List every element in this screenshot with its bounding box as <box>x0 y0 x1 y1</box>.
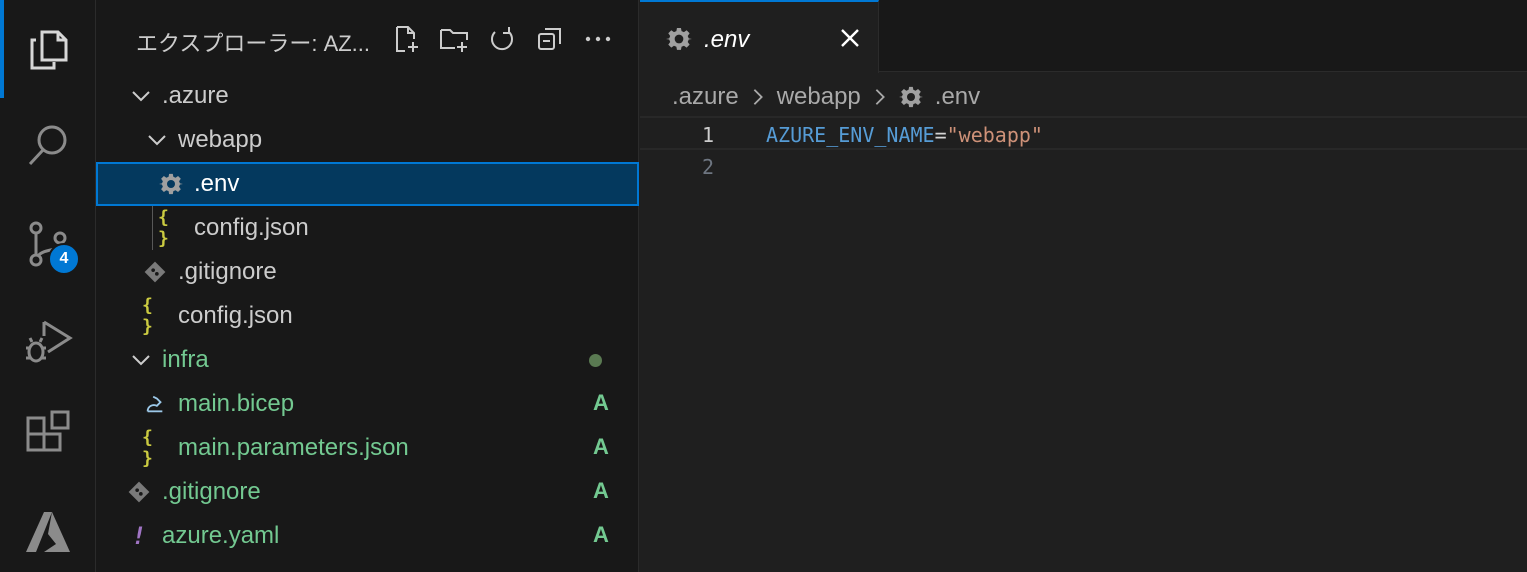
gear-icon <box>158 171 184 197</box>
git-icon <box>126 479 152 505</box>
refresh-icon[interactable] <box>480 20 524 58</box>
line-number: 1 <box>701 123 714 147</box>
git-status-added: A <box>593 478 609 503</box>
breadcrumb: .azure webapp .env <box>672 82 980 112</box>
tab-label: .env <box>704 26 750 53</box>
tree-item-label: .gitignore <box>178 258 277 285</box>
git-status-added: A <box>593 390 609 415</box>
tree-item-label: .azure <box>162 82 229 109</box>
git-status-added: A <box>593 434 609 459</box>
tree-item-main-parameters-json[interactable]: { } main.parameters.json A <box>96 426 639 470</box>
tree-item-label: azure.yaml <box>162 522 280 549</box>
breadcrumb-item[interactable]: .azure <box>672 83 739 111</box>
tree-item-config-json[interactable]: { } config.json <box>96 206 639 250</box>
sidebar-title: エクスプローラー: AZ... <box>136 31 371 56</box>
json-icon: { } <box>142 427 153 469</box>
tree-item-gitignore-root[interactable]: .gitignore A <box>96 470 639 514</box>
env-key: AZURE_ENV_NAME <box>766 123 935 147</box>
line-content: AZURE_ENV_NAME="webapp" <box>766 123 1043 147</box>
tree-item-main-bicep[interactable]: main.bicep A <box>96 382 639 426</box>
line-number: 2 <box>701 155 714 179</box>
yaml-icon: ! <box>131 522 147 550</box>
json-icon: { } <box>158 207 169 249</box>
json-icon: { } <box>142 295 153 337</box>
search-icon[interactable] <box>0 98 96 194</box>
tree-item-config-json[interactable]: { } config.json <box>96 294 639 338</box>
source-control-icon[interactable] <box>0 196 96 292</box>
close-icon[interactable] <box>836 24 864 52</box>
azure-icon[interactable] <box>0 484 96 572</box>
tree-item-label: webapp <box>178 126 263 153</box>
tree-item-label: config.json <box>178 302 293 329</box>
tree-item-label: .gitignore <box>162 478 261 505</box>
chevron-down-icon <box>146 129 168 151</box>
gear-icon <box>666 27 692 50</box>
tab-bar: .env <box>640 0 1527 73</box>
new-file-icon[interactable] <box>384 20 428 58</box>
bicep-icon <box>142 391 168 417</box>
tree-item-infra-folder[interactable]: infra <box>96 338 639 382</box>
extensions-icon[interactable] <box>0 388 96 484</box>
chevron-right-icon <box>745 84 771 110</box>
operator: = <box>934 123 947 147</box>
code-line[interactable]: 1 AZURE_ENV_NAME="webapp" <box>640 116 1527 150</box>
activity-bar: 4 <box>0 0 96 572</box>
run-debug-icon[interactable] <box>0 292 96 388</box>
explorer-sidebar: エクスプローラー: AZ... .azure webapp .env {} c… <box>96 0 639 572</box>
collapse-all-icon[interactable] <box>528 20 572 58</box>
tree-item-webapp-folder[interactable]: webapp <box>96 118 639 162</box>
new-folder-icon[interactable] <box>432 20 476 58</box>
tree-item-label: main.bicep <box>178 390 295 417</box>
tree-item-label: config.json <box>194 214 309 241</box>
explorer-icon[interactable] <box>0 0 96 96</box>
gear-icon <box>898 86 923 108</box>
tree-item-label: infra <box>162 346 209 373</box>
more-icon[interactable] <box>576 20 620 58</box>
chevron-down-icon <box>130 85 152 107</box>
env-value: "webapp" <box>946 123 1043 147</box>
tree-item-azure-yaml[interactable]: ! azure.yaml A <box>96 514 639 558</box>
tree-item-gitignore[interactable]: .gitignore <box>96 250 639 294</box>
modified-dot <box>589 354 602 367</box>
breadcrumb-item[interactable]: .env <box>935 83 980 111</box>
sidebar-actions <box>384 20 620 58</box>
tree-item-label: .env <box>194 170 240 197</box>
git-icon <box>142 259 168 285</box>
tree-item-azure-folder[interactable]: .azure <box>96 74 639 118</box>
tree-item-env-file[interactable]: .env <box>96 162 639 206</box>
git-status-added: A <box>593 522 609 547</box>
code-line[interactable]: 2 <box>640 150 1527 184</box>
tree-item-label: main.parameters.json <box>178 434 409 461</box>
source-control-badge: 4 <box>48 243 80 275</box>
tab-env[interactable]: .env <box>640 0 879 73</box>
chevron-down-icon <box>130 349 152 371</box>
sidebar-header: エクスプローラー: AZ... <box>96 0 639 78</box>
chevron-right-icon <box>867 84 893 110</box>
editor-area: .env .azure webapp .env 1 AZURE_ENV_NAME… <box>640 0 1527 572</box>
breadcrumb-item[interactable]: webapp <box>777 83 861 111</box>
